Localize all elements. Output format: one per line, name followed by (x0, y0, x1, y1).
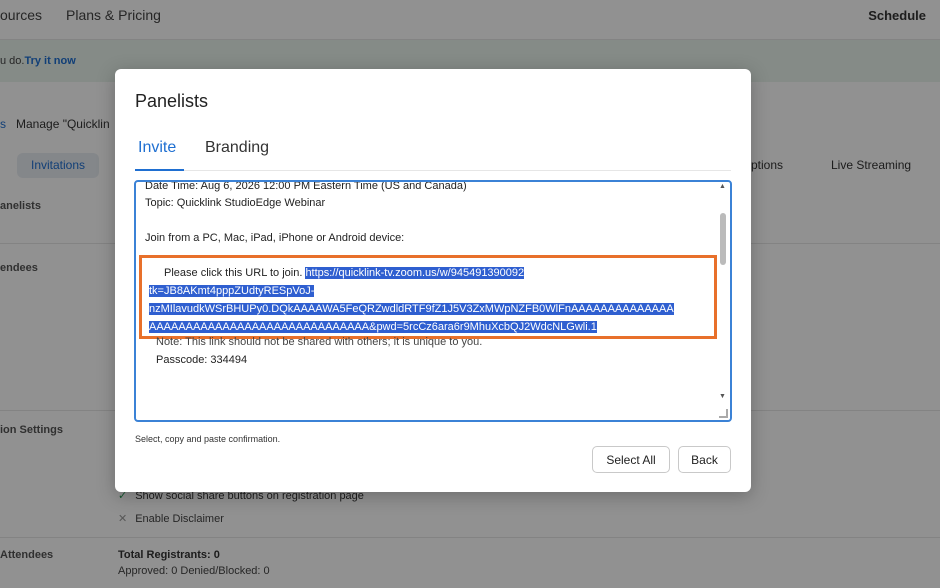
back-button[interactable]: Back (678, 446, 731, 473)
topic-line: Topic: Quicklink StudioEdge Webinar (145, 197, 326, 209)
join-from-line: Join from a PC, Mac, iPad, iPhone or And… (145, 232, 405, 244)
modal-title: Panelists (135, 91, 209, 111)
date-time-line: Date Time: Aug 6, 2026 12:00 PM Eastern … (145, 180, 467, 192)
join-url-part-3[interactable]: nzMIlavudkWSrBHUPy0.DQkAAAAWA5FeQRZwdldR… (149, 303, 674, 315)
invitation-textarea[interactable]: Date Time: Aug 6, 2026 12:00 PM Eastern … (134, 180, 732, 422)
resize-handle-icon[interactable] (719, 409, 728, 418)
active-tab-indicator (135, 169, 184, 171)
select-all-button[interactable]: Select All (592, 446, 670, 473)
join-url-part-2[interactable]: tk=JB8AKmt4pppZUdtyRESpVoJ- (149, 285, 315, 297)
join-url-block[interactable]: Please click this URL to join. https://q… (149, 264, 717, 336)
join-url-part-4[interactable]: AAAAAAAAAAAAAAAAAAAAAAAAAAAAAA&pwd=5rcCz… (149, 321, 597, 333)
scroll-down-arrow-icon[interactable]: ▼ (719, 393, 726, 400)
scrollbar-thumb[interactable] (720, 213, 726, 265)
copy-hint: Select, copy and paste confirmation. (135, 434, 281, 444)
textarea-scrollbar[interactable]: ▲ ▼ (717, 183, 729, 419)
modal-tabs: Invite Branding (135, 139, 731, 171)
tab-invite[interactable]: Invite (138, 139, 176, 157)
url-highlight-box: Please click this URL to join. https://q… (139, 255, 717, 339)
scroll-up-arrow-icon[interactable]: ▲ (719, 183, 726, 190)
passcode-line: Passcode: 334494 (156, 354, 248, 366)
note-line: Note: This link should not be shared wit… (156, 336, 483, 348)
tab-branding[interactable]: Branding (205, 139, 269, 157)
join-url-part-1[interactable]: https://quicklink-tv.zoom.us/w/945491390… (305, 267, 525, 279)
url-intro-text: Please click this URL to join. (164, 267, 303, 279)
panelists-modal: Panelists Invite Branding Date Time: Aug… (115, 69, 751, 492)
